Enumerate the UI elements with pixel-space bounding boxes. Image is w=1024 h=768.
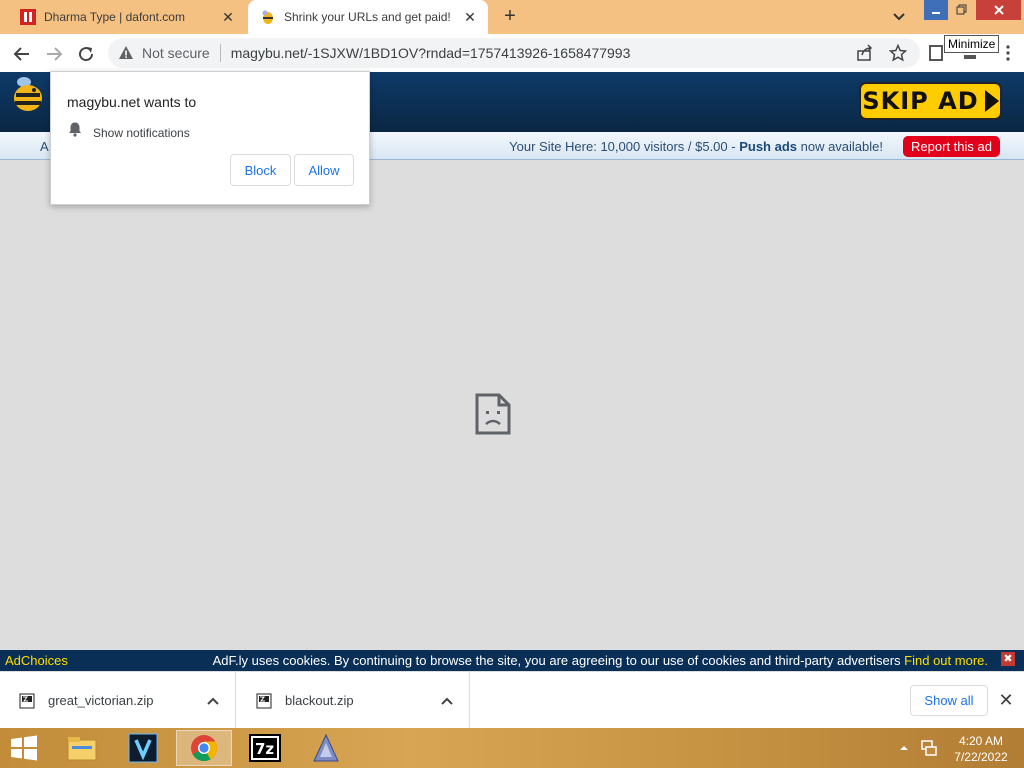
network-icon[interactable] — [920, 738, 938, 758]
popup-title: magybu.net wants to — [67, 94, 197, 110]
reload-button[interactable] — [72, 40, 100, 68]
vegas-taskbar-icon[interactable] — [115, 730, 171, 766]
download-shelf: great_victorian.zip blackout.zip Show al… — [0, 671, 1024, 729]
allow-button[interactable]: Allow — [294, 154, 354, 186]
address-bar[interactable]: Not secure magybu.net/-1SJXW/1BD1OV?rnda… — [108, 38, 920, 68]
bee-favicon-icon — [262, 10, 273, 24]
reload-icon — [79, 47, 94, 62]
new-tab-button[interactable]: + — [498, 5, 522, 29]
tab-strip: Dharma Type | dafont.com ✕ Shrink your U… — [0, 0, 1024, 34]
svg-text:7z: 7z — [255, 740, 274, 758]
report-ad-button[interactable]: Report this ad — [903, 136, 1000, 157]
menu-icon[interactable] — [1000, 44, 1016, 62]
promo-text[interactable]: Your Site Here: 10,000 visitors / $5.00 … — [509, 139, 883, 154]
file-explorer-taskbar-icon[interactable] — [54, 730, 110, 766]
star-icon[interactable] — [889, 44, 907, 62]
cookie-message: AdF.ly uses cookies. By continuing to br… — [212, 653, 988, 668]
font-app-taskbar-icon[interactable] — [298, 730, 354, 766]
skip-ad-label: SKIP AD — [862, 87, 979, 115]
tab-adfly[interactable]: Shrink your URLs and get paid! ✕ — [248, 0, 488, 34]
7zip-file-icon — [19, 693, 35, 708]
extension-icon[interactable] — [928, 44, 944, 62]
subbar-fragment: A — [40, 139, 49, 154]
taskbar-clock[interactable]: 4:20 AM 7/22/2022 — [946, 733, 1016, 765]
chrome-taskbar-icon[interactable] — [176, 730, 232, 766]
browser-toolbar: Not secure magybu.net/-1SJXW/1BD1OV?rnda… — [0, 34, 1024, 72]
download-filename: great_victorian.zip — [48, 693, 154, 708]
clock-time: 4:20 AM — [958, 734, 1004, 748]
minimize-tooltip: Minimize — [944, 35, 1000, 53]
windows-taskbar: 7z — [0, 728, 1024, 768]
skip-ad-button[interactable]: SKIP AD — [859, 82, 1002, 120]
download-item[interactable]: great_victorian.zip — [0, 672, 236, 729]
cookie-close-icon[interactable]: ✖ — [1001, 652, 1015, 666]
arrow-right-icon — [47, 47, 63, 61]
window-close-button[interactable] — [976, 0, 1021, 20]
windows-logo-icon — [11, 735, 37, 761]
show-all-downloads-button[interactable]: Show all — [910, 685, 988, 716]
block-button[interactable]: Block — [230, 154, 291, 186]
sad-file-icon — [475, 393, 511, 435]
permission-text: Show notifications — [93, 126, 190, 140]
adchoices-link[interactable]: AdChoices — [5, 653, 68, 668]
start-button[interactable] — [0, 730, 48, 766]
clock-date: 7/22/2022 — [954, 750, 1008, 764]
play-arrow-icon — [984, 90, 999, 112]
tab-title: Shrink your URLs and get paid! — [284, 10, 451, 24]
dafont-favicon-icon — [20, 9, 36, 25]
back-button[interactable] — [8, 40, 36, 68]
share-icon[interactable] — [856, 44, 874, 62]
tray-expand-icon[interactable] — [898, 738, 910, 758]
find-out-more-link[interactable]: Find out more. — [904, 653, 988, 668]
url-text[interactable]: magybu.net/-1SJXW/1BD1OV?rndad=175741392… — [231, 45, 631, 61]
close-shelf-icon[interactable]: ✕ — [996, 690, 1016, 710]
window-restore-button[interactable] — [950, 0, 974, 20]
chevron-up-icon[interactable] — [203, 693, 223, 708]
bell-icon — [69, 122, 81, 137]
forward-button[interactable] — [40, 40, 68, 68]
warning-icon — [119, 46, 133, 59]
chevron-up-icon[interactable] — [437, 693, 457, 708]
tab-title: Dharma Type | dafont.com — [44, 10, 185, 24]
tab-dafont[interactable]: Dharma Type | dafont.com ✕ — [8, 0, 246, 34]
window-minimize-button[interactable] — [924, 0, 948, 20]
notification-permission-popup: magybu.net wants to Show notifications B… — [50, 71, 370, 205]
7zip-taskbar-icon[interactable]: 7z — [237, 730, 293, 766]
arrow-left-icon — [13, 47, 29, 61]
download-item[interactable]: blackout.zip — [237, 672, 470, 729]
download-filename: blackout.zip — [285, 693, 354, 708]
tab-search-icon[interactable] — [888, 8, 910, 26]
7zip-file-icon — [256, 693, 272, 708]
tab-close-icon[interactable]: ✕ — [218, 7, 238, 27]
cookie-bar: AdChoices AdF.ly uses cookies. By contin… — [0, 650, 1024, 671]
address-divider — [219, 44, 221, 62]
tab-close-icon[interactable]: ✕ — [460, 7, 480, 27]
security-label[interactable]: Not secure — [142, 45, 210, 61]
bee-logo-icon[interactable] — [10, 76, 46, 112]
